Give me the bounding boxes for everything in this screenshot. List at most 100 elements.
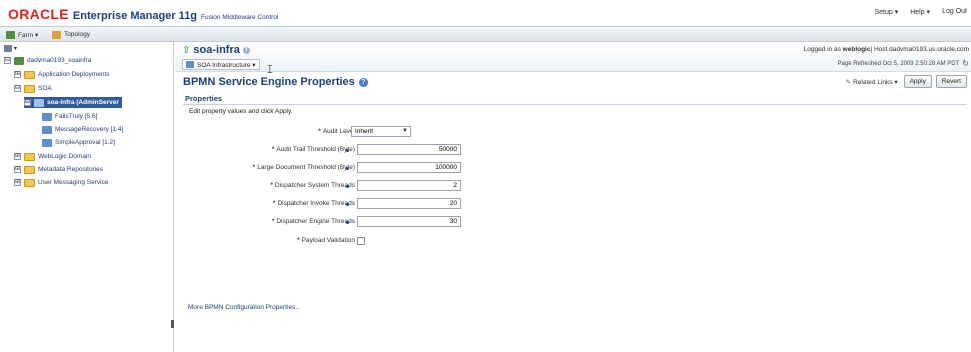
revert-button[interactable]: Revert	[935, 75, 967, 88]
composite-icon	[42, 138, 52, 147]
property-label: * Dispatcher Invoke Threads	[273, 200, 355, 207]
soa-infra-icon	[34, 98, 44, 107]
property-label: * Payload Validation	[297, 237, 355, 244]
composite-icon	[42, 125, 52, 134]
soa-infrastructure-menu[interactable]: SOA Infrastructure ▾	[182, 59, 260, 70]
soa-infra-icon	[186, 61, 194, 68]
related-links-label: Related Links ▾	[853, 78, 898, 86]
expand-icon[interactable]: ⊞	[14, 179, 21, 186]
tree-item-composite[interactable]: SimpleApproval [1.2]	[42, 137, 115, 148]
topology-icon	[52, 30, 61, 39]
collapse-icon[interactable]: ⊟	[4, 57, 11, 64]
topology-button[interactable]: Topology	[52, 29, 90, 40]
view-menu-icon[interactable]	[4, 44, 12, 52]
dispatcher-system-threads-field[interactable]: 2	[357, 180, 461, 191]
login-user: weblogic	[842, 46, 871, 53]
tree-item-label: FailsTruly [5.6]	[55, 113, 98, 120]
pane-splitter-handle[interactable]	[171, 320, 174, 328]
brand: ORACLE Enterprise Manager 11g Fusion Mid…	[8, 6, 278, 22]
property-label: * Large Document Threshold (Byte)	[253, 164, 355, 171]
property-label-text: Dispatcher Invoke Threads	[277, 200, 355, 207]
product-name: Enterprise Manager 11g	[72, 10, 198, 22]
instructions-text: Edit property values and click Apply.	[189, 108, 293, 115]
property-label-text: Large Document Threshold (Byte)	[257, 164, 355, 171]
more-bpmn-config-link[interactable]: More BPMN Configuration Properties...	[188, 304, 301, 311]
property-label: * Audit Trail Threshold (Byte)	[272, 146, 355, 153]
main-content: ⇧ soa-infra i SOA Infrastructure ▾ Logge…	[175, 42, 971, 352]
oracle-logo: ORACLE	[8, 6, 69, 22]
refresh-icon[interactable]: ↻	[962, 59, 969, 68]
dispatcher-engine-threads-field[interactable]: 30	[357, 216, 461, 227]
dispatcher-invoke-threads-field[interactable]: 20	[357, 198, 461, 209]
tree-item-label: SimpleApproval [1.2]	[55, 139, 115, 146]
property-label-text: Payload Validation	[301, 237, 355, 244]
help-icon[interactable]: ?	[358, 77, 368, 87]
bullet-icon	[346, 203, 349, 206]
bullet-icon	[346, 185, 349, 188]
top-banner: ORACLE Enterprise Manager 11g Fusion Mid…	[0, 0, 971, 26]
tree-item-composite[interactable]: FailsTruly [5.6]	[42, 111, 97, 122]
target-header: ⇧ soa-infra i SOA Infrastructure ▾ Logge…	[175, 42, 971, 72]
tree-item-user-messaging[interactable]: ⊞ User Messaging Service	[14, 177, 108, 188]
tree-item-label: Application Deployments	[38, 71, 110, 78]
tree-item-soa-infra[interactable]: ⊟ soa-infra (AdminServer	[24, 97, 122, 108]
tree-item-domain[interactable]: ⊟ dadvma0193_soainfra	[4, 55, 91, 66]
link-icon: ✎	[845, 78, 852, 86]
page-title-text: BPMN Service Engine Properties	[183, 76, 355, 88]
tree-item-label: soa-infra (AdminServer	[47, 99, 119, 106]
property-label: * Dispatcher System Threads	[270, 182, 355, 189]
expand-icon[interactable]: ⊞	[14, 166, 21, 173]
payload-validation-checkbox[interactable]	[357, 237, 365, 245]
composite-icon	[42, 112, 52, 121]
tree-item-label: SOA	[38, 85, 52, 92]
product-subtitle: Fusion Middleware Control	[201, 14, 279, 21]
expand-icon[interactable]: ⊞	[14, 71, 21, 78]
topology-label: Topology	[64, 31, 91, 38]
large-document-threshold-field[interactable]: 100000	[357, 162, 461, 173]
chevron-down-icon[interactable]: ▾	[14, 45, 17, 52]
refresh-info: Page Refreshed Oct 5, 2009 2:50:28 AM PD…	[838, 59, 969, 68]
required-icon: *	[271, 218, 275, 225]
navigator-header: ▾	[0, 42, 173, 54]
section-divider	[183, 104, 967, 105]
status-up-icon: ⇧	[182, 44, 191, 56]
bullet-icon	[346, 221, 349, 224]
toolbar: Farm ▾ Topology	[0, 26, 971, 42]
collapse-icon[interactable]: ⊟	[24, 99, 31, 106]
tree-item-soa[interactable]: ⊟ SOA	[14, 83, 52, 94]
tree-item-composite[interactable]: MessageRecovery [1.4]	[42, 124, 123, 135]
required-icon: *	[252, 164, 256, 171]
bullet-icon	[346, 149, 349, 152]
page-refreshed-text: Page Refreshed Oct 5, 2009 2:50:28 AM PD…	[837, 60, 960, 67]
property-label-text: Audit Trail Threshold (Byte)	[276, 146, 355, 153]
folder-icon	[24, 70, 35, 79]
setup-menu[interactable]: Setup ▾	[874, 8, 898, 16]
property-label: * Dispatcher Engine Threads	[272, 218, 355, 225]
farm-icon	[14, 56, 24, 65]
tree-item-metadata-repositories[interactable]: ⊞ Metadata Repositories	[14, 164, 103, 175]
tree-item-label: User Messaging Service	[38, 179, 109, 186]
tree-item-app-deployments[interactable]: ⊞ Application Deployments	[14, 69, 110, 80]
page-title: BPMN Service Engine Properties ?	[183, 76, 368, 88]
soa-infrastructure-menu-label: SOA Infrastructure ▾	[197, 61, 256, 69]
folder-icon	[24, 165, 35, 174]
tree-item-label: Metadata Repositories	[38, 166, 104, 173]
target-name-text: soa-infra	[193, 44, 240, 56]
apply-button[interactable]: Apply	[903, 75, 932, 88]
info-icon[interactable]: i	[242, 46, 250, 54]
global-links: Setup ▾ Help ▾ Log Out	[874, 8, 967, 16]
required-icon: *	[271, 146, 275, 153]
related-links-menu[interactable]: ✎ Related Links ▾	[846, 78, 898, 86]
expand-icon[interactable]: ⊞	[14, 153, 21, 160]
collapse-icon[interactable]: ⊟	[14, 85, 21, 92]
audit-level-select[interactable]: Inherit ▼	[351, 126, 411, 137]
folder-icon	[24, 84, 35, 93]
login-info: Logged in as weblogic| Host dadvma0193.u…	[804, 46, 969, 53]
audit-trail-threshold-field[interactable]: 50000	[357, 144, 461, 155]
tree-item-label: dadvma0193_soainfra	[27, 57, 92, 64]
farm-menu-button[interactable]: Farm ▾	[6, 29, 38, 40]
tree-item-label: MessageRecovery [1.4]	[55, 126, 124, 133]
tree-item-weblogic-domain[interactable]: ⊞ WebLogic Domain	[14, 151, 91, 162]
logout-link[interactable]: Log Out	[942, 8, 967, 16]
help-menu[interactable]: Help ▾	[910, 8, 930, 16]
